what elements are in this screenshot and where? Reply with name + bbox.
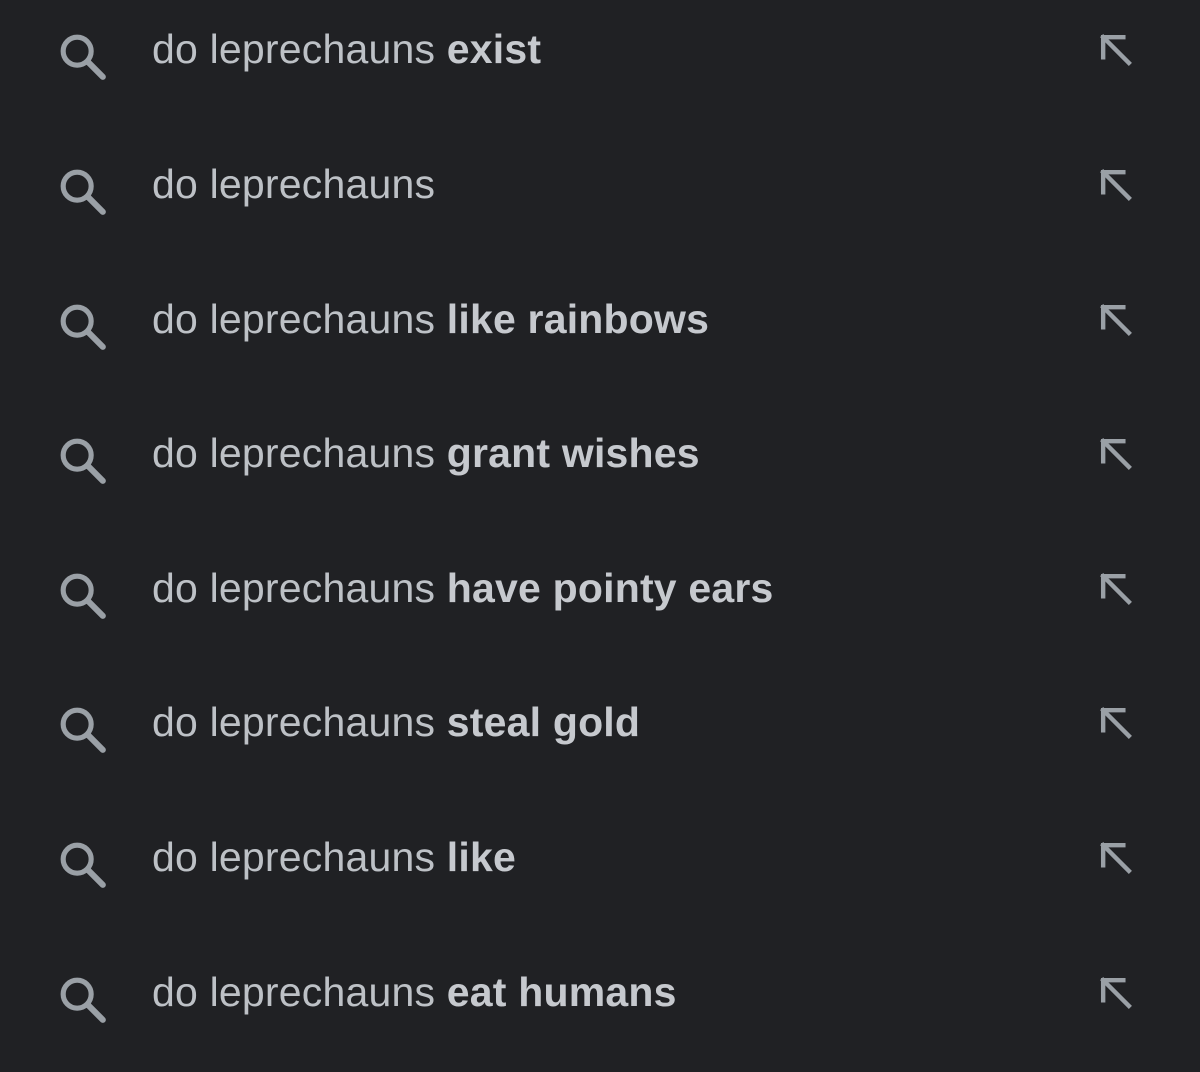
suggestion-item[interactable]: do leprechauns exist xyxy=(0,0,1200,110)
suggestion-text: do leprechauns xyxy=(152,159,435,209)
suggestion-query: do leprechauns xyxy=(152,296,436,342)
suggestion-item[interactable]: do leprechauns like rainbows xyxy=(0,270,1200,380)
search-icon xyxy=(60,707,106,753)
suggestion-text: do leprechauns steal gold xyxy=(152,697,640,747)
arrow-up-left-icon[interactable] xyxy=(1094,28,1138,72)
suggestion-completion: like xyxy=(446,834,516,880)
suggestion-completion: like rainbows xyxy=(446,296,710,342)
suggestion-text: do leprechauns grant wishes xyxy=(152,428,700,478)
search-icon xyxy=(60,438,106,484)
arrow-up-left-icon[interactable] xyxy=(1094,567,1138,611)
suggestion-query: do leprechauns xyxy=(152,699,436,745)
suggestion-item[interactable]: do leprechauns eat humans xyxy=(0,943,1200,1053)
search-icon xyxy=(60,842,106,888)
search-icon xyxy=(60,977,106,1023)
autocomplete-suggestion-list: do leprechauns exist do leprechauns do l… xyxy=(0,0,1200,1072)
search-icon xyxy=(60,169,106,215)
suggestion-item[interactable]: do leprechauns xyxy=(0,135,1200,245)
arrow-up-left-icon[interactable] xyxy=(1094,701,1138,745)
suggestion-query: do leprechauns xyxy=(152,565,436,611)
suggestion-item[interactable]: do leprechauns have pointy ears xyxy=(0,539,1200,649)
arrow-up-left-icon[interactable] xyxy=(1094,971,1138,1015)
suggestion-text: do leprechauns eat humans xyxy=(152,967,677,1017)
suggestion-item[interactable]: do leprechauns grant wishes xyxy=(0,404,1200,514)
arrow-up-left-icon[interactable] xyxy=(1094,163,1138,207)
suggestion-text: do leprechauns like xyxy=(152,832,516,882)
suggestion-query: do leprechauns xyxy=(152,161,436,207)
suggestion-query: do leprechauns xyxy=(152,969,436,1015)
suggestion-text: do leprechauns exist xyxy=(152,24,541,74)
suggestion-query: do leprechauns xyxy=(152,430,436,476)
search-icon xyxy=(60,304,106,350)
suggestion-item[interactable]: do leprechauns like xyxy=(0,808,1200,918)
suggestion-completion: grant wishes xyxy=(446,430,700,476)
suggestion-text: do leprechauns like rainbows xyxy=(152,294,709,344)
search-icon xyxy=(60,34,106,80)
suggestion-query: do leprechauns xyxy=(152,834,436,880)
suggestion-completion: have pointy ears xyxy=(446,565,774,611)
arrow-up-left-icon[interactable] xyxy=(1094,836,1138,880)
suggestion-completion: exist xyxy=(446,26,542,72)
arrow-up-left-icon[interactable] xyxy=(1094,432,1138,476)
suggestion-query: do leprechauns xyxy=(152,26,436,72)
search-icon xyxy=(60,573,106,619)
arrow-up-left-icon[interactable] xyxy=(1094,298,1138,342)
suggestion-completion: steal gold xyxy=(446,699,641,745)
suggestion-item[interactable]: do leprechauns steal gold xyxy=(0,673,1200,783)
suggestion-text: do leprechauns have pointy ears xyxy=(152,563,774,613)
suggestion-completion: eat humans xyxy=(446,969,677,1015)
